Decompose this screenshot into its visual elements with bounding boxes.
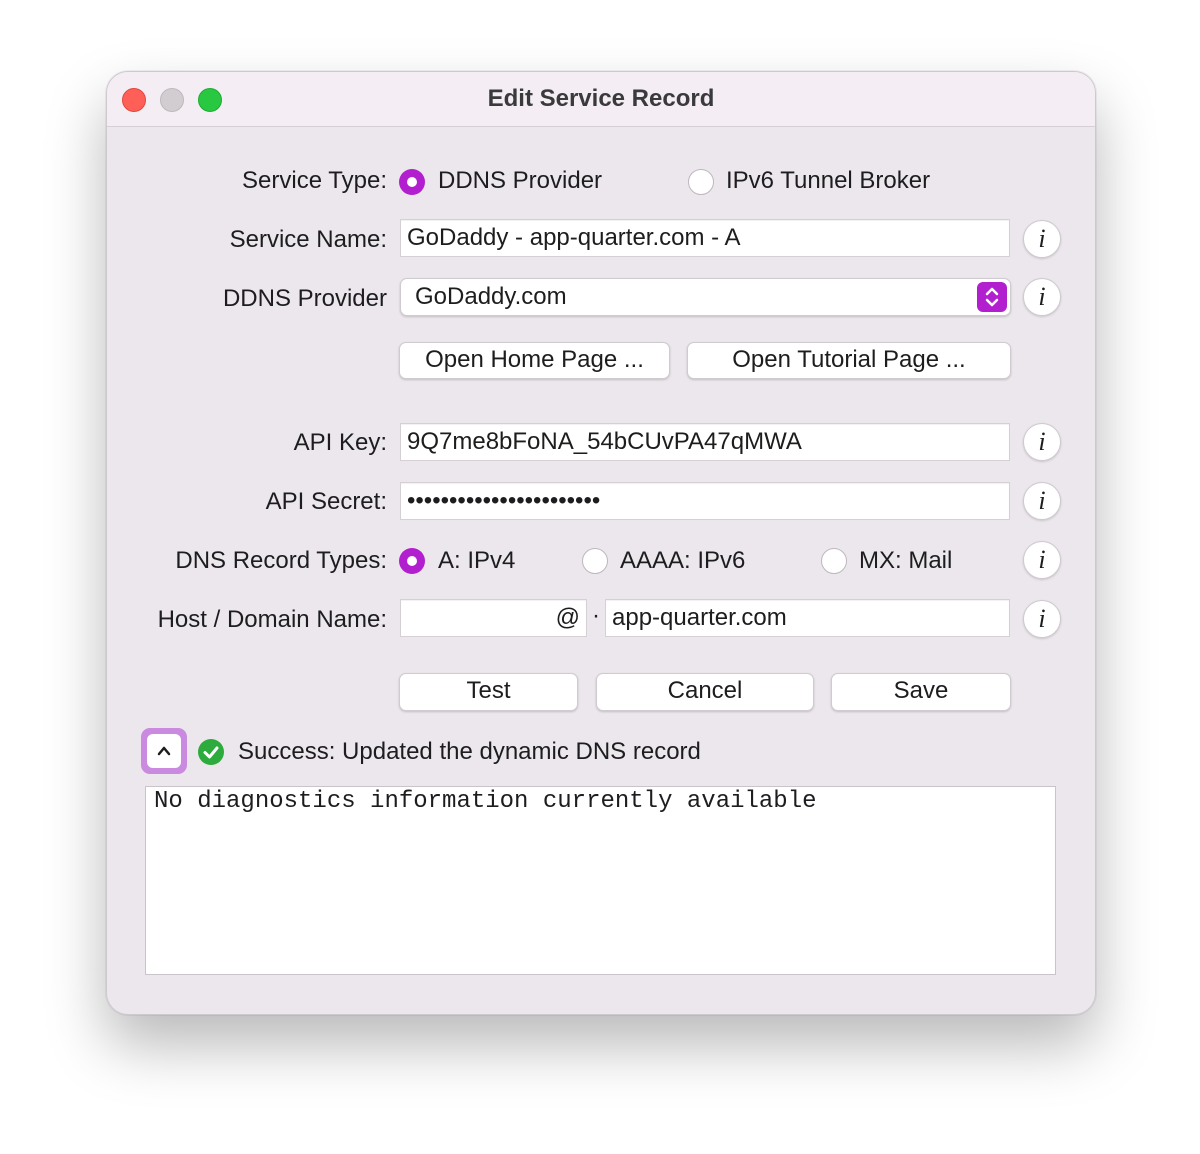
diagnostics-text: No diagnostics information currently ava… bbox=[154, 788, 817, 815]
up-down-arrows-icon bbox=[977, 282, 1007, 312]
radio-a-ipv4-label[interactable]: A: IPv4 bbox=[438, 547, 515, 575]
status-message: Success: Updated the dynamic DNS record bbox=[238, 738, 701, 765]
cancel-button[interactable]: Cancel bbox=[596, 673, 814, 711]
radio-a-ipv4[interactable] bbox=[399, 548, 425, 574]
info-icon[interactable]: i bbox=[1023, 220, 1061, 258]
open-home-page-button[interactable]: Open Home Page ... bbox=[399, 342, 670, 379]
host-domain-label: Host / Domain Name: bbox=[157, 606, 387, 633]
ddns-provider-value: GoDaddy.com bbox=[415, 283, 567, 310]
radio-aaaa-ipv6[interactable] bbox=[582, 548, 608, 574]
info-icon[interactable]: i bbox=[1023, 278, 1061, 316]
ddns-provider-label: DDNS Provider bbox=[222, 285, 387, 312]
info-icon[interactable]: i bbox=[1023, 600, 1061, 638]
radio-ipv6-tunnel-broker[interactable] bbox=[688, 169, 714, 195]
test-button[interactable]: Test bbox=[399, 673, 578, 711]
info-icon[interactable]: i bbox=[1023, 541, 1061, 579]
diagnostics-disclosure-button[interactable] bbox=[141, 728, 187, 774]
chevron-up-icon bbox=[147, 734, 181, 768]
radio-ipv6-tunnel-broker-label[interactable]: IPv6 Tunnel Broker bbox=[726, 167, 930, 195]
api-secret-label: API Secret: bbox=[265, 488, 387, 515]
open-tutorial-page-button[interactable]: Open Tutorial Page ... bbox=[687, 342, 1011, 379]
api-secret-field[interactable]: ••••••••••••••••••••••• bbox=[400, 482, 1010, 520]
api-key-field[interactable]: 9Q7me8bFoNA_54bCUvPA47qMWA bbox=[400, 423, 1010, 461]
radio-aaaa-ipv6-label[interactable]: AAAA: IPv6 bbox=[620, 547, 745, 575]
diagnostics-textarea[interactable]: No diagnostics information currently ava… bbox=[145, 786, 1056, 975]
checkmark-circle-icon bbox=[198, 739, 224, 765]
info-icon[interactable]: i bbox=[1023, 482, 1061, 520]
domain-field[interactable]: app-quarter.com bbox=[605, 599, 1010, 637]
host-field[interactable]: @ bbox=[400, 599, 587, 637]
api-key-label: API Key: bbox=[293, 429, 387, 456]
radio-ddns-provider-label[interactable]: DDNS Provider bbox=[438, 167, 602, 195]
host-domain-separator: · bbox=[592, 602, 600, 629]
info-icon[interactable]: i bbox=[1023, 423, 1061, 461]
radio-mx-mail-label[interactable]: MX: Mail bbox=[859, 547, 952, 575]
edit-service-record-window: Edit Service Record Service Type: DDNS P… bbox=[106, 71, 1096, 1015]
title-bar: Edit Service Record bbox=[107, 72, 1095, 127]
radio-mx-mail[interactable] bbox=[821, 548, 847, 574]
service-name-label: Service Name: bbox=[229, 226, 387, 253]
service-name-field[interactable]: GoDaddy - app-quarter.com - A bbox=[400, 219, 1010, 257]
service-type-label: Service Type: bbox=[242, 167, 387, 194]
save-button[interactable]: Save bbox=[831, 673, 1011, 711]
dns-record-types-label: DNS Record Types: bbox=[175, 547, 387, 574]
ddns-provider-popup[interactable]: GoDaddy.com bbox=[400, 278, 1011, 316]
window-title: Edit Service Record bbox=[487, 85, 715, 112]
radio-ddns-provider[interactable] bbox=[399, 169, 425, 195]
